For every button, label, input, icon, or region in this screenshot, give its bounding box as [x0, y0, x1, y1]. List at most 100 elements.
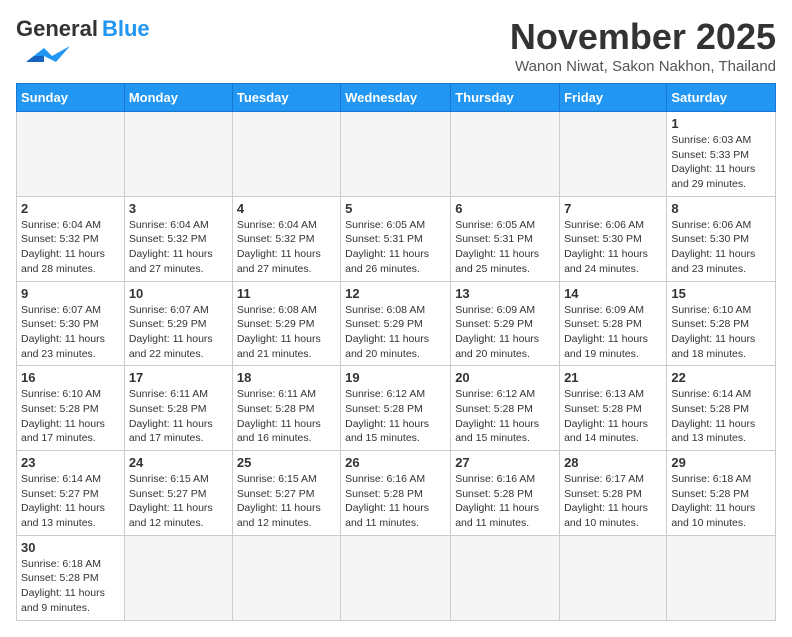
- weekday-header: Thursday: [451, 84, 560, 112]
- calendar-cell: 20 Sunrise: 6:12 AMSunset: 5:28 PMDayligh…: [451, 366, 560, 451]
- calendar-cell: 30 Sunrise: 6:18 AMSunset: 5:28 PMDayligh…: [17, 535, 125, 620]
- calendar-cell: 12Sunrise: 6:08 AMSunset: 5:29 PMDayligh…: [341, 281, 451, 366]
- calendar-cell: [560, 112, 667, 197]
- calendar-cell: 24 Sunrise: 6:15 AMSunset: 5:27 PMDayligh…: [124, 451, 232, 536]
- calendar-cell: 4 Sunrise: 6:04 AMSunset: 5:32 PMDaylight…: [232, 196, 340, 281]
- calendar-cell: 11 Sunrise: 6:08 AMSunset: 5:29 PMDayligh…: [232, 281, 340, 366]
- calendar-cell: 7Sunrise: 6:06 AMSunset: 5:30 PMDaylight…: [560, 196, 667, 281]
- cell-info: Sunrise: 6:13 AMSunset: 5:28 PMDaylight:…: [564, 387, 662, 446]
- day-number: 1: [671, 116, 771, 131]
- weekday-header: Monday: [124, 84, 232, 112]
- calendar-cell: [232, 112, 340, 197]
- day-number: 16: [21, 370, 120, 385]
- calendar-cell: 25 Sunrise: 6:15 AMSunset: 5:27 PMDayligh…: [232, 451, 340, 536]
- cell-info: Sunrise: 6:11 AMSunset: 5:28 PMDaylight:…: [129, 387, 228, 446]
- day-number: 27: [455, 455, 555, 470]
- cell-info: Sunrise: 6:05 AMSunset: 5:31 PMDaylight:…: [345, 218, 446, 277]
- cell-info: Sunrise: 6:09 AMSunset: 5:29 PMDaylight:…: [455, 303, 555, 362]
- cell-info: Sunrise: 6:04 AMSunset: 5:32 PMDaylight:…: [237, 218, 336, 277]
- calendar-week-row: 2Sunrise: 6:04 AMSunset: 5:32 PMDaylight…: [17, 196, 776, 281]
- page-header: General Blue November 2025 Wanon Niwat, …: [16, 16, 776, 75]
- calendar-cell: 13 Sunrise: 6:09 AMSunset: 5:29 PMDayligh…: [451, 281, 560, 366]
- weekday-header: Friday: [560, 84, 667, 112]
- calendar-cell: [560, 535, 667, 620]
- cell-info: Sunrise: 6:16 AMSunset: 5:28 PMDaylight:…: [455, 472, 555, 531]
- day-number: 19: [345, 370, 446, 385]
- calendar-cell: 27 Sunrise: 6:16 AMSunset: 5:28 PMDayligh…: [451, 451, 560, 536]
- day-number: 24: [129, 455, 228, 470]
- logo-blue: Blue: [102, 16, 150, 42]
- day-number: 15: [671, 286, 771, 301]
- day-number: 25: [237, 455, 336, 470]
- cell-info: Sunrise: 6:17 AMSunset: 5:28 PMDaylight:…: [564, 472, 662, 531]
- logo-bird-icon: [16, 42, 70, 70]
- calendar-cell: 18 Sunrise: 6:11 AMSunset: 5:28 PMDayligh…: [232, 366, 340, 451]
- calendar-cell: 14 Sunrise: 6:09 AMSunset: 5:28 PMDayligh…: [560, 281, 667, 366]
- calendar-cell: 5Sunrise: 6:05 AMSunset: 5:31 PMDaylight…: [341, 196, 451, 281]
- month-title: November 2025: [510, 16, 776, 58]
- calendar-cell: 10Sunrise: 6:07 AMSunset: 5:29 PMDayligh…: [124, 281, 232, 366]
- cell-info: Sunrise: 6:07 AMSunset: 5:29 PMDaylight:…: [129, 303, 228, 362]
- cell-info: Sunrise: 6:10 AMSunset: 5:28 PMDaylight:…: [671, 303, 771, 362]
- cell-info: Sunrise: 6:14 AMSunset: 5:27 PMDaylight:…: [21, 472, 120, 531]
- calendar-cell: 19Sunrise: 6:12 AMSunset: 5:28 PMDayligh…: [341, 366, 451, 451]
- day-number: 13: [455, 286, 555, 301]
- calendar-cell: 17Sunrise: 6:11 AMSunset: 5:28 PMDayligh…: [124, 366, 232, 451]
- calendar-week-row: 30 Sunrise: 6:18 AMSunset: 5:28 PMDayligh…: [17, 535, 776, 620]
- cell-info: Sunrise: 6:11 AMSunset: 5:28 PMDaylight:…: [237, 387, 336, 446]
- cell-info: Sunrise: 6:18 AMSunset: 5:28 PMDaylight:…: [21, 557, 120, 616]
- day-number: 11: [237, 286, 336, 301]
- calendar-table: SundayMondayTuesdayWednesdayThursdayFrid…: [16, 83, 776, 621]
- calendar-cell: 23 Sunrise: 6:14 AMSunset: 5:27 PMDayligh…: [17, 451, 125, 536]
- weekday-header: Saturday: [667, 84, 776, 112]
- cell-info: Sunrise: 6:06 AMSunset: 5:30 PMDaylight:…: [564, 218, 662, 277]
- cell-info: Sunrise: 6:07 AMSunset: 5:30 PMDaylight:…: [21, 303, 120, 362]
- day-number: 14: [564, 286, 662, 301]
- day-number: 4: [237, 201, 336, 216]
- cell-info: Sunrise: 6:16 AMSunset: 5:28 PMDaylight:…: [345, 472, 446, 531]
- calendar-cell: 16 Sunrise: 6:10 AMSunset: 5:28 PMDayligh…: [17, 366, 125, 451]
- day-number: 23: [21, 455, 120, 470]
- calendar-cell: 8 Sunrise: 6:06 AMSunset: 5:30 PMDaylight…: [667, 196, 776, 281]
- cell-info: Sunrise: 6:06 AMSunset: 5:30 PMDaylight:…: [671, 218, 771, 277]
- cell-info: Sunrise: 6:18 AMSunset: 5:28 PMDaylight:…: [671, 472, 771, 531]
- cell-info: Sunrise: 6:08 AMSunset: 5:29 PMDaylight:…: [237, 303, 336, 362]
- calendar-cell: [17, 112, 125, 197]
- calendar-cell: [341, 535, 451, 620]
- calendar-cell: 21Sunrise: 6:13 AMSunset: 5:28 PMDayligh…: [560, 366, 667, 451]
- cell-info: Sunrise: 6:03 AMSunset: 5:33 PMDaylight:…: [671, 133, 771, 192]
- weekday-header: Tuesday: [232, 84, 340, 112]
- calendar-cell: 29Sunrise: 6:18 AMSunset: 5:28 PMDayligh…: [667, 451, 776, 536]
- cell-info: Sunrise: 6:15 AMSunset: 5:27 PMDaylight:…: [129, 472, 228, 531]
- weekday-header-row: SundayMondayTuesdayWednesdayThursdayFrid…: [17, 84, 776, 112]
- day-number: 3: [129, 201, 228, 216]
- day-number: 30: [21, 540, 120, 555]
- cell-info: Sunrise: 6:14 AMSunset: 5:28 PMDaylight:…: [671, 387, 771, 446]
- calendar-cell: [232, 535, 340, 620]
- calendar-week-row: 23 Sunrise: 6:14 AMSunset: 5:27 PMDayligh…: [17, 451, 776, 536]
- day-number: 6: [455, 201, 555, 216]
- calendar-cell: 15 Sunrise: 6:10 AMSunset: 5:28 PMDayligh…: [667, 281, 776, 366]
- calendar-cell: 1 Sunrise: 6:03 AMSunset: 5:33 PMDaylight…: [667, 112, 776, 197]
- day-number: 20: [455, 370, 555, 385]
- calendar-cell: [124, 535, 232, 620]
- cell-info: Sunrise: 6:04 AMSunset: 5:32 PMDaylight:…: [21, 218, 120, 277]
- day-number: 26: [345, 455, 446, 470]
- day-number: 18: [237, 370, 336, 385]
- day-number: 8: [671, 201, 771, 216]
- cell-info: Sunrise: 6:10 AMSunset: 5:28 PMDaylight:…: [21, 387, 120, 446]
- weekday-header: Wednesday: [341, 84, 451, 112]
- calendar-cell: 22Sunrise: 6:14 AMSunset: 5:28 PMDayligh…: [667, 366, 776, 451]
- calendar-cell: [341, 112, 451, 197]
- calendar-cell: 2Sunrise: 6:04 AMSunset: 5:32 PMDaylight…: [17, 196, 125, 281]
- cell-info: Sunrise: 6:09 AMSunset: 5:28 PMDaylight:…: [564, 303, 662, 362]
- calendar-week-row: 9Sunrise: 6:07 AMSunset: 5:30 PMDaylight…: [17, 281, 776, 366]
- calendar-week-row: 1 Sunrise: 6:03 AMSunset: 5:33 PMDaylight…: [17, 112, 776, 197]
- cell-info: Sunrise: 6:12 AMSunset: 5:28 PMDaylight:…: [455, 387, 555, 446]
- day-number: 12: [345, 286, 446, 301]
- calendar-cell: 3 Sunrise: 6:04 AMSunset: 5:32 PMDaylight…: [124, 196, 232, 281]
- logo-general: General: [16, 16, 98, 42]
- logo: General Blue: [16, 16, 150, 70]
- cell-info: Sunrise: 6:04 AMSunset: 5:32 PMDaylight:…: [129, 218, 228, 277]
- cell-info: Sunrise: 6:15 AMSunset: 5:27 PMDaylight:…: [237, 472, 336, 531]
